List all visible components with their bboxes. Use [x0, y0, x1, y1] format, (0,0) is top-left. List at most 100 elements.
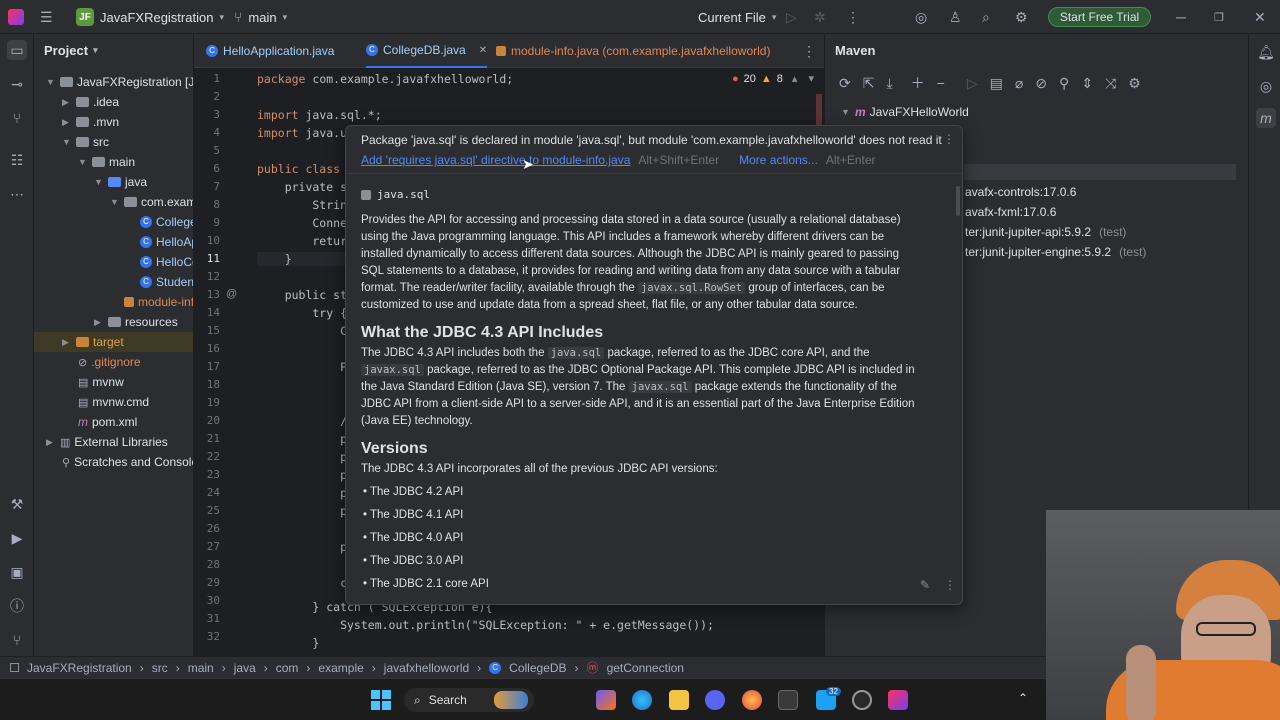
breadcrumb-item[interactable]: src — [152, 661, 168, 675]
tab-hello-application[interactable]: C HelloApplication.java — [206, 34, 334, 68]
git-icon[interactable]: ⑂ — [7, 630, 27, 650]
tree-item[interactable]: ▼ main — [78, 152, 135, 172]
offline-icon[interactable]: ⌀ — [1015, 72, 1023, 94]
tree-item[interactable]: ▶ target — [34, 332, 193, 352]
show-deps-icon[interactable]: ⚲ — [1059, 72, 1069, 94]
tree-item[interactable]: m pom.xml — [78, 412, 137, 432]
breadcrumb-item[interactable]: getConnection — [607, 661, 684, 675]
reload-icon[interactable]: ⟳ — [839, 72, 851, 94]
tree-item[interactable]: C HelloCo — [140, 252, 193, 272]
collapse-all-icon[interactable]: ⤨ — [1105, 72, 1116, 94]
run-button[interactable]: ▷ — [786, 0, 797, 34]
inspection-widget[interactable]: ● 20 ▲ 8 ▴ ▾ — [732, 72, 814, 86]
gear-icon[interactable]: ⚙ — [1128, 72, 1141, 94]
more-actions-link[interactable]: More actions... — [739, 153, 818, 167]
pull-requests-icon[interactable]: ⑂ — [7, 108, 27, 128]
debug-button[interactable]: ✲ — [814, 0, 826, 34]
skip-tests-icon[interactable]: ⊘ — [1035, 72, 1047, 94]
build-icon[interactable]: ⚒ — [7, 494, 27, 514]
settings-button[interactable]: ⚙ — [1015, 0, 1028, 34]
run-icon[interactable]: ▷ — [967, 72, 978, 94]
tabs-more-button[interactable]: ⋮ — [802, 34, 816, 68]
firefox-icon[interactable] — [742, 690, 762, 710]
start-button[interactable] — [371, 690, 391, 710]
maven-selected-row[interactable] — [964, 164, 1236, 180]
breadcrumb-item[interactable]: java — [234, 661, 256, 675]
breadcrumb-item[interactable]: javafxhelloworld — [384, 661, 469, 675]
breadcrumb-item[interactable]: com — [276, 661, 299, 675]
maven-tool-icon[interactable]: m — [1256, 108, 1276, 128]
project-tool-icon[interactable]: ▭ — [7, 40, 27, 60]
ai-assistant-button[interactable]: ◎ — [915, 0, 927, 34]
breadcrumb-item[interactable]: CollegeDB — [509, 661, 566, 675]
maximize-button[interactable]: ❐ — [1214, 0, 1224, 34]
branch-switcher[interactable]: ⑂ main ▾ — [234, 0, 287, 34]
tab-module-info[interactable]: module-info.java (com.example.javafxhell… — [496, 34, 770, 68]
chevron-down-icon[interactable]: ▾ — [808, 72, 814, 85]
file-explorer-icon[interactable] — [669, 690, 689, 710]
download-icon[interactable]: ⤓ — [886, 72, 892, 94]
popup-scrollbar[interactable] — [956, 186, 960, 216]
discord-icon[interactable] — [705, 690, 725, 710]
more-tools-icon[interactable]: ⋯ — [7, 184, 27, 204]
breadcrumb-item[interactable]: JavaFXRegistration — [27, 661, 132, 675]
chevron-up-icon[interactable]: ▴ — [792, 72, 798, 85]
run-config-selector[interactable]: Current File ▾ — [698, 0, 776, 34]
problems-icon[interactable]: ⓘ — [7, 596, 27, 616]
notifications-icon[interactable]: 🔔︎ — [1256, 42, 1276, 62]
tree-item[interactable]: ▤ mvnw.cmd — [78, 392, 149, 412]
popup-more-icon[interactable]: ⋮ — [944, 578, 956, 592]
edge-icon[interactable] — [632, 690, 652, 710]
tree-item[interactable]: ▼ JavaFXRegistration [Ja — [46, 72, 193, 92]
tree-item[interactable]: ▶ .idea — [62, 92, 119, 112]
more-button[interactable]: ⋮ — [846, 0, 860, 34]
breadcrumb-item[interactable]: main — [188, 661, 214, 675]
tab-college-db[interactable]: C CollegeDB.java ✕ — [366, 34, 488, 68]
minimize-button[interactable]: ─ — [1176, 0, 1186, 34]
tree-item[interactable]: ▼ src — [62, 132, 109, 152]
add-user-button[interactable]: ♙ — [949, 0, 962, 34]
project-switcher[interactable]: JF JavaFXRegistration ▾ — [76, 0, 224, 34]
edit-source-icon[interactable]: ✎ — [920, 578, 930, 592]
ai-assistant-icon[interactable]: ◎ — [1256, 76, 1276, 96]
search-everywhere-button[interactable]: ⌕ — [982, 0, 990, 34]
terminal-app-icon[interactable] — [778, 690, 798, 710]
copilot-icon[interactable] — [596, 690, 616, 710]
tree-item[interactable]: ▼ java — [94, 172, 147, 192]
tree-item[interactable]: ⚲ Scratches and Console — [62, 452, 193, 472]
close-icon[interactable]: ✕ — [479, 45, 487, 56]
quick-fix-link[interactable]: Add 'requires java.sql' directive to mod… — [361, 153, 630, 167]
commit-tool-icon[interactable]: ⊸ — [7, 74, 27, 94]
tree-item[interactable]: ⊘ .gitignore — [78, 352, 141, 372]
plus-icon[interactable]: ＋ — [911, 72, 925, 94]
tree-item[interactable]: C HelloAp — [140, 232, 193, 252]
breadcrumb-item[interactable]: example — [318, 661, 363, 675]
tree-item[interactable]: ▶ ▥ External Libraries — [46, 432, 168, 452]
tree-item[interactable]: C College — [140, 212, 193, 232]
popup-menu-icon[interactable]: ⋮ — [943, 132, 955, 146]
tree-item[interactable]: ▶ resources — [94, 312, 178, 332]
tree-item[interactable]: module-inf — [124, 292, 193, 312]
expand-all-icon[interactable]: ⇕ — [1081, 72, 1093, 94]
services-icon[interactable]: ▶ — [7, 528, 27, 548]
annotation-gutter-icon[interactable]: @ — [226, 288, 237, 300]
minus-icon[interactable]: − — [937, 72, 945, 94]
maven-dependency[interactable]: avafx-fxml:17.0.6 — [965, 202, 1056, 222]
settings-app-icon[interactable] — [852, 690, 872, 710]
lifecycle-icon[interactable]: ▤ — [990, 72, 1003, 94]
tree-item[interactable]: ▼ com.examp — [110, 192, 193, 212]
maven-project-node[interactable]: ▼ m JavaFXHelloWorld — [841, 102, 969, 122]
tray-overflow-icon[interactable]: ⌃ — [1018, 691, 1028, 705]
taskbar-search[interactable]: ⌕ Search — [404, 688, 534, 712]
project-panel-header[interactable]: Project ▾ — [34, 34, 193, 66]
terminal-icon[interactable]: ▣ — [7, 562, 27, 582]
main-menu-button[interactable]: ☰ — [40, 0, 53, 34]
tree-item[interactable]: C Student — [140, 272, 193, 292]
structure-icon[interactable]: ☷ — [7, 150, 27, 170]
tree-item[interactable]: ▶ .mvn — [62, 112, 119, 132]
maven-dependency[interactable]: avafx-controls:17.0.6 — [965, 182, 1076, 202]
maven-dependency[interactable]: ter:junit-jupiter-api:5.9.2 (test) — [965, 222, 1126, 242]
generate-sources-icon[interactable]: ⇱ — [863, 72, 875, 94]
intellij-app-icon[interactable] — [888, 690, 908, 710]
start-free-trial-button[interactable]: Start Free Trial — [1048, 7, 1151, 27]
